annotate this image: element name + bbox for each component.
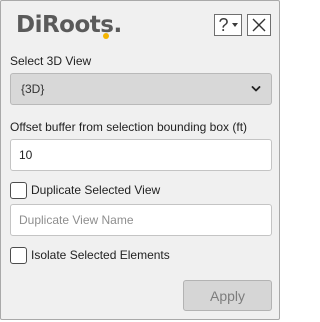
duplicate-view-option[interactable]: Duplicate Selected View: [10, 181, 160, 199]
close-button[interactable]: [247, 14, 271, 36]
help-button[interactable]: ?: [214, 14, 242, 36]
caret-down-icon: [231, 23, 238, 27]
diroots-logo: DiRoots.: [16, 10, 122, 40]
logo-accent-dot: [103, 33, 109, 39]
duplicate-view-name-input[interactable]: [10, 204, 272, 236]
isolate-elements-label: Isolate Selected Elements: [31, 248, 170, 262]
isolate-elements-option[interactable]: Isolate Selected Elements: [10, 246, 170, 264]
dialog-header: DiRoots. ?: [1, 1, 281, 47]
close-icon: [252, 18, 266, 32]
apply-button[interactable]: Apply: [183, 280, 272, 311]
chevron-down-icon: [251, 86, 261, 92]
help-icon: ?: [218, 15, 229, 35]
select-3d-view-label: Select 3D View: [10, 54, 92, 68]
offset-buffer-input[interactable]: [10, 139, 272, 171]
duplicate-view-checkbox[interactable]: [10, 181, 27, 199]
3d-view-selected-value: {3D}: [21, 82, 45, 96]
diroots-dialog: DiRoots. ? Select 3D View {3D} Offset bu…: [0, 0, 280, 320]
isolate-elements-checkbox[interactable]: [10, 246, 27, 264]
duplicate-view-label: Duplicate Selected View: [31, 183, 161, 197]
3d-view-dropdown[interactable]: {3D}: [10, 73, 272, 105]
offset-buffer-label: Offset buffer from selection bounding bo…: [10, 120, 248, 134]
